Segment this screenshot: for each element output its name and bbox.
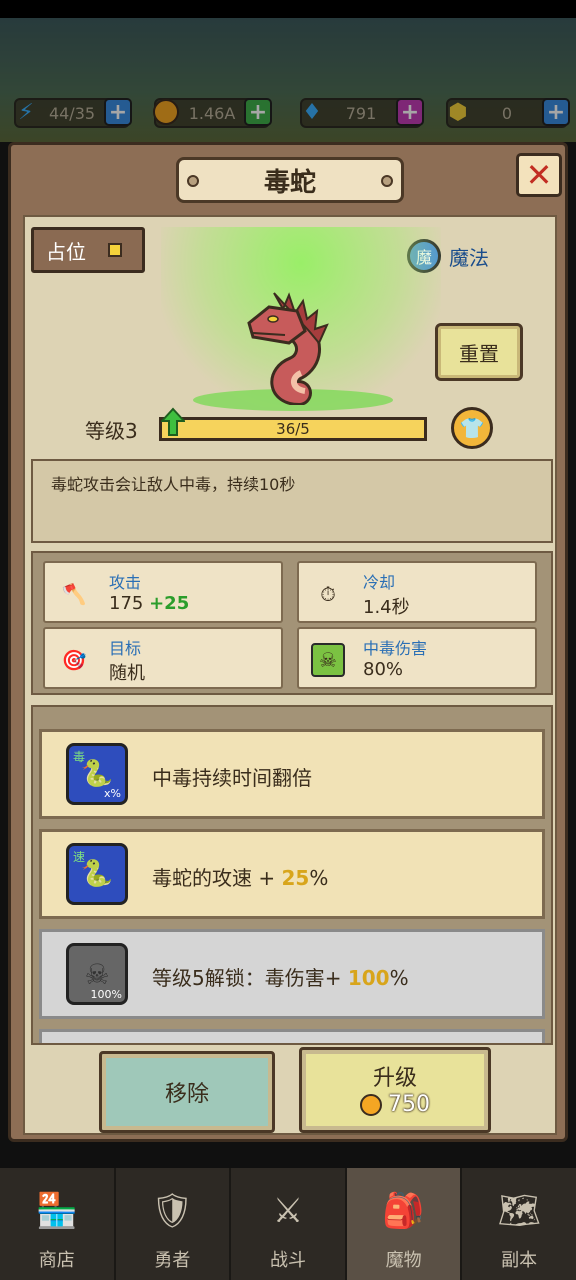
remove-label: 移除 bbox=[164, 1082, 209, 1107]
equipment-button[interactable]: 👕 bbox=[451, 407, 493, 449]
skill-text: 中毒持续时间翻倍 bbox=[152, 766, 312, 790]
status-bar bbox=[0, 0, 576, 18]
poison-duration-skill-icon: 毒 🐍 x% bbox=[66, 743, 128, 805]
nav-hero[interactable]: 🛡 勇者 bbox=[116, 1168, 232, 1280]
stat-label: 目标 bbox=[109, 639, 142, 658]
target-icon: 🎯 bbox=[61, 648, 87, 672]
skill-row[interactable]: 速 🐍 毒蛇的攻速 + 25% bbox=[39, 829, 545, 919]
attack-speed-skill-icon: 速 🐍 bbox=[66, 843, 128, 905]
nav-monster[interactable]: 🎒 魔物 bbox=[346, 1168, 463, 1280]
stat-value: 80% bbox=[363, 659, 404, 680]
stat-value: 1.4秒 bbox=[363, 597, 410, 618]
shirt-icon: 👕 bbox=[459, 416, 485, 440]
shop-icon: 🏪 bbox=[35, 1191, 78, 1231]
reset-label: 重置 bbox=[459, 341, 499, 366]
skills-list[interactable]: 毒 🐍 x% 中毒持续时间翻倍 速 🐍 毒蛇的攻速 + 25% ☠ 100% 等级5… bbox=[31, 705, 553, 1045]
close-button[interactable]: ✕ bbox=[516, 153, 562, 197]
upgrade-label: 升级 bbox=[372, 1066, 417, 1091]
dialog-title-plate: 毒蛇 bbox=[176, 157, 404, 203]
upgrade-cost-value: 750 bbox=[388, 1092, 430, 1117]
upgrade-cost: 750 bbox=[302, 1092, 488, 1117]
placeholder-button[interactable]: 占位 bbox=[31, 227, 145, 273]
snake-monster-image bbox=[247, 292, 329, 405]
rivet-icon bbox=[187, 175, 199, 187]
stat-target: 🎯 目标 随机 bbox=[43, 627, 283, 689]
monster-description: 毒蛇攻击会让敌人中毒，持续10秒 bbox=[31, 459, 553, 543]
stat-poison: ☠ 中毒伤害 80% bbox=[297, 627, 537, 689]
xp-text: 36/5 bbox=[276, 420, 310, 438]
upgrade-button[interactable]: 升级 750 bbox=[299, 1047, 491, 1133]
reset-button[interactable]: 重置 bbox=[435, 323, 523, 381]
bottom-nav: 🏪 商店 🛡 勇者 ⚔ 战斗 🎒 魔物 🗺 副本 bbox=[0, 1168, 576, 1280]
stat-label: 攻击 bbox=[109, 573, 142, 592]
hero-icon: 🛡 bbox=[150, 1191, 194, 1231]
stats-panel: 🪓 攻击 175 +25 ⏱ 冷却 1.4秒 🎯 目标 随机 ☠ 中毒伤害 80… bbox=[31, 551, 553, 695]
level-label: 等级3 bbox=[85, 419, 138, 443]
stat-bonus: +25 bbox=[149, 593, 190, 614]
dialog-title: 毒蛇 bbox=[263, 167, 316, 198]
poison-skull-icon: ☠ bbox=[311, 643, 345, 677]
stopwatch-icon: ⏱ bbox=[320, 582, 336, 606]
close-icon: ✕ bbox=[525, 156, 553, 194]
nav-dungeon[interactable]: 🗺 副本 bbox=[462, 1168, 576, 1280]
axe-icon: 🪓 bbox=[61, 582, 87, 606]
skill-row-partial[interactable] bbox=[39, 1029, 545, 1043]
monster-detail-dialog: 毒蛇 ✕ 占位 魔 魔法 重置 等级3 36/5 👕 毒蛇攻击会让敌人中毒，持续… bbox=[8, 142, 568, 1142]
skill-row-locked[interactable]: ☠ 100% 等级5解锁：毒伤害+ 100% bbox=[39, 929, 545, 1019]
stat-label: 冷却 bbox=[363, 573, 396, 592]
battle-icon: ⚔ bbox=[272, 1191, 304, 1231]
xp-bar: 36/5 bbox=[159, 417, 427, 441]
stat-value: 随机 bbox=[109, 663, 145, 684]
stat-cooldown: ⏱ 冷却 1.4秒 bbox=[297, 561, 537, 623]
type-label: 魔法 bbox=[449, 245, 489, 270]
stat-label: 中毒伤害 bbox=[363, 639, 428, 658]
rivet-icon bbox=[381, 175, 393, 187]
nav-shop[interactable]: 🏪 商店 bbox=[0, 1168, 116, 1280]
stat-value: 175 +25 bbox=[109, 593, 190, 614]
skill-row[interactable]: 毒 🐍 x% 中毒持续时间翻倍 bbox=[39, 729, 545, 819]
locked-skull-skill-icon: ☠ 100% bbox=[66, 943, 128, 1005]
level-up-arrow-icon bbox=[161, 407, 185, 436]
placeholder-label: 占位 bbox=[46, 239, 86, 264]
monster-bag-icon: 🎒 bbox=[382, 1191, 425, 1231]
stat-attack: 🪓 攻击 175 +25 bbox=[43, 561, 283, 623]
map-icon: 🗺 bbox=[497, 1191, 541, 1231]
skill-text: 毒蛇的攻速 + 25% bbox=[152, 866, 329, 890]
coin-icon bbox=[360, 1093, 382, 1116]
slot-icon bbox=[108, 243, 122, 257]
remove-button[interactable]: 移除 bbox=[99, 1051, 275, 1133]
nav-battle[interactable]: ⚔ 战斗 bbox=[231, 1168, 347, 1280]
skill-text: 等级5解锁：毒伤害+ 100% bbox=[152, 966, 409, 990]
